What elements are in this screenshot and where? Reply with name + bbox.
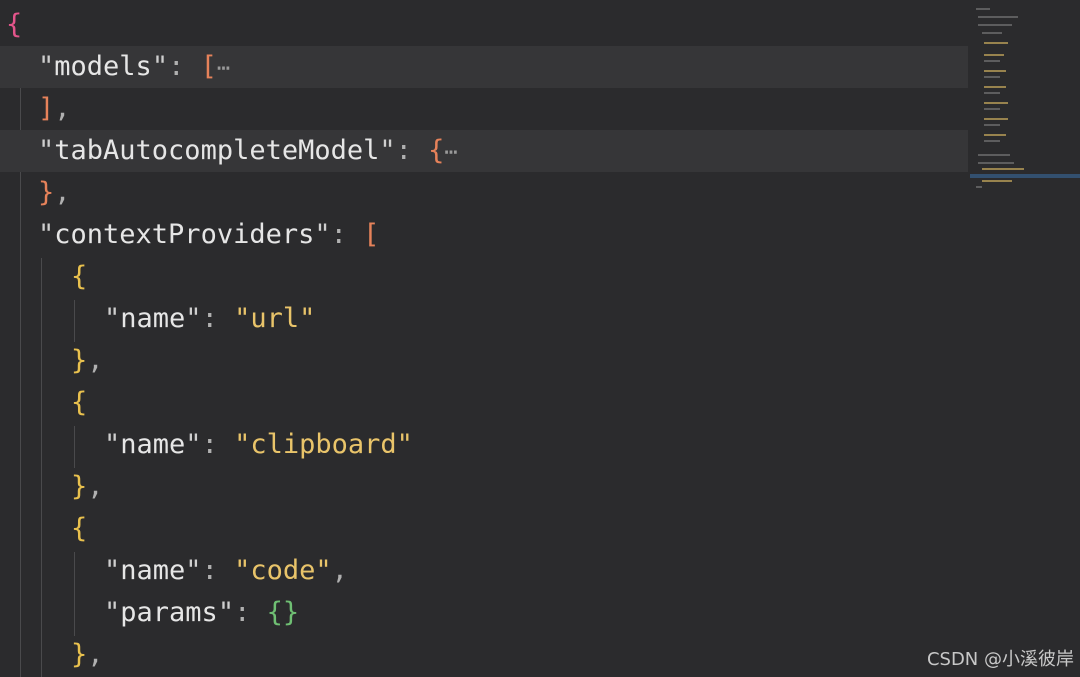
minimap-line xyxy=(984,54,1004,56)
minimap-line xyxy=(982,180,1012,182)
code-line: { xyxy=(0,4,968,46)
minimap-line xyxy=(982,32,1002,34)
property-params: "params": {} xyxy=(104,597,300,628)
property-name-code: "name": "code", xyxy=(104,555,348,586)
property-name-clipboard: "name": "clipboard" xyxy=(104,429,413,460)
minimap-line xyxy=(984,124,1000,126)
code-line: "name": "url" xyxy=(0,298,968,340)
code-editor[interactable]: { "models": [⋯ ], "tabAutocompleteModel"… xyxy=(0,0,968,677)
fold-ellipsis-icon[interactable]: ⋯ xyxy=(217,56,230,81)
key-context-providers: "contextProviders": [ xyxy=(38,219,380,250)
code-line: { xyxy=(71,387,88,418)
code-line: ], xyxy=(38,93,71,124)
minimap-line xyxy=(984,86,1006,88)
code-line: { xyxy=(71,261,88,292)
minimap[interactable] xyxy=(970,0,1080,677)
minimap-line xyxy=(984,42,1008,44)
code-line: "name": "code", xyxy=(0,550,968,592)
minimap-line xyxy=(982,168,1024,170)
minimap-line xyxy=(978,154,1010,156)
key-tab-autocomplete-model: "tabAutocompleteModel": {⋯ xyxy=(38,135,458,166)
minimap-line xyxy=(984,60,1000,62)
code-line: "params": {} xyxy=(0,592,968,634)
root-open-brace: { xyxy=(6,9,23,40)
minimap-line xyxy=(984,134,1006,136)
code-line: { xyxy=(71,513,88,544)
watermark: CSDN @小溪彼岸 xyxy=(926,649,1074,670)
minimap-line xyxy=(978,16,1018,18)
minimap-current-line xyxy=(970,174,1080,178)
minimap-line xyxy=(984,70,1006,72)
minimap-line xyxy=(984,108,1000,110)
minimap-line xyxy=(984,102,1008,104)
fold-ellipsis-icon[interactable]: ⋯ xyxy=(444,140,457,165)
minimap-line xyxy=(978,24,1012,26)
property-name-url: "name": "url" xyxy=(104,303,316,334)
minimap-line xyxy=(984,76,1000,78)
minimap-line xyxy=(984,140,1000,142)
code-line: "contextProviders": [ xyxy=(0,214,968,256)
code-line-folded[interactable]: "tabAutocompleteModel": {⋯ xyxy=(0,130,968,172)
code-line: }, xyxy=(71,345,104,376)
minimap-line xyxy=(984,118,1008,120)
code-line-folded[interactable]: "models": [⋯ xyxy=(0,46,968,88)
minimap-line xyxy=(976,186,982,188)
minimap-line xyxy=(984,92,1000,94)
code-line: }, xyxy=(71,639,104,670)
code-line: }, xyxy=(71,471,104,502)
code-line: "name": "clipboard" xyxy=(0,424,968,466)
minimap-line xyxy=(978,162,1014,164)
code-line: }, xyxy=(38,177,71,208)
minimap-line xyxy=(976,8,990,10)
key-models: "models": [⋯ xyxy=(38,51,231,82)
